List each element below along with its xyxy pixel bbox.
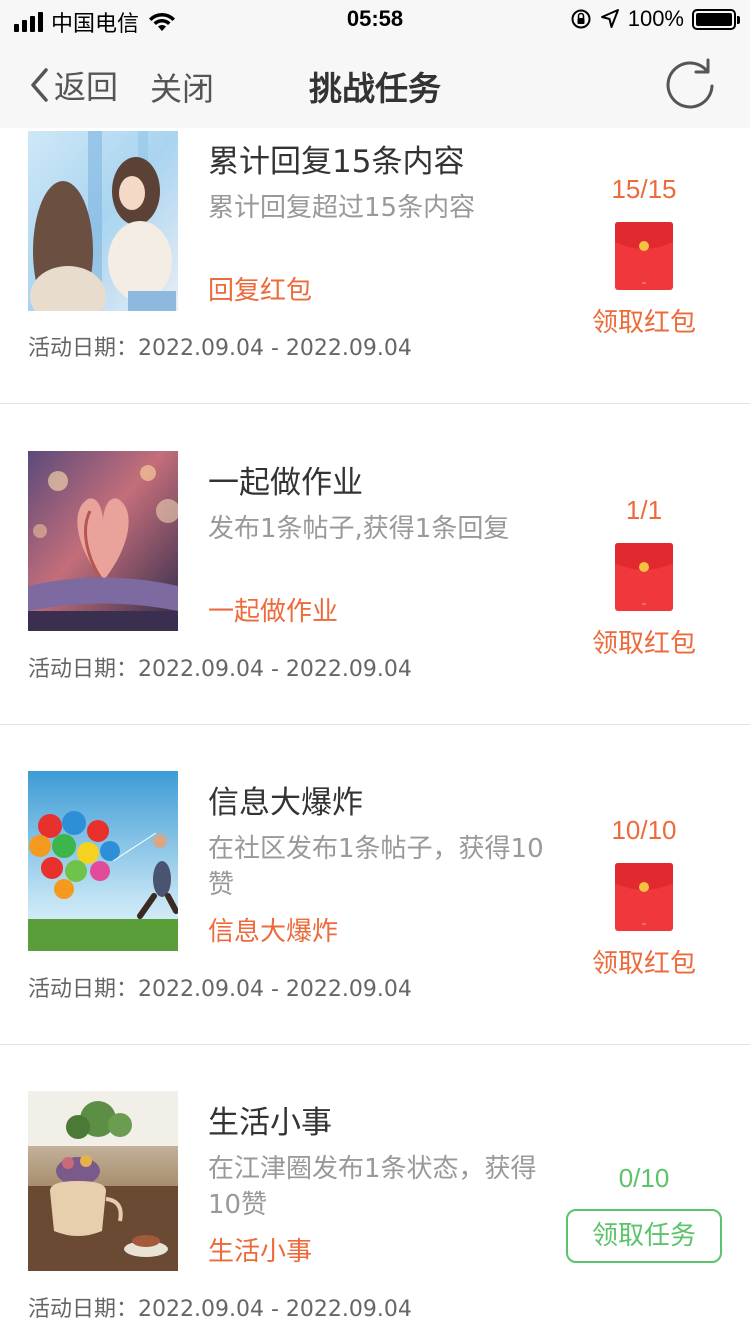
task-item[interactable]: 生活小事 在江津圈发布1条状态，获得10赞 生活小事 活动日期：2022.09.…	[0, 1045, 750, 1334]
task-tag: 回复红包	[208, 276, 313, 306]
task-thumbnail-balloons	[28, 771, 178, 951]
task-list[interactable]: 累计回复15条内容 累计回复超过15条内容 回复红包 活动日期：2022.09.…	[0, 128, 750, 1334]
task-item[interactable]: 信息大爆炸 在社区发布1条帖子，获得10赞 信息大爆炸 活动日期：2022.09…	[0, 725, 750, 1045]
battery-icon	[692, 8, 740, 30]
task-item[interactable]: 一起做作业 发布1条帖子,获得1条回复 一起做作业 活动日期：2022.09.0…	[0, 405, 750, 725]
task-progress: 0/10	[618, 1163, 670, 1193]
location-arrow-icon	[600, 9, 619, 28]
task-thumbnail-friends	[28, 131, 178, 311]
task-description: 在社区发布1条帖子，获得10赞	[208, 834, 544, 900]
task-description: 在江津圈发布1条状态，获得10赞	[208, 1154, 537, 1220]
navigation-bar: 返回 关闭 挑战任务	[0, 40, 750, 128]
task-date: 活动日期：2022.09.04 - 2022.09.04	[28, 336, 412, 361]
claim-red-envelope-link[interactable]: 领取红包	[560, 302, 728, 339]
task-title: 生活小事	[208, 1105, 332, 1141]
red-envelope-icon[interactable]	[615, 543, 673, 611]
claim-red-envelope-link[interactable]: 领取红包	[560, 623, 728, 660]
task-thumbnail-teapot	[28, 1091, 178, 1271]
task-date: 活动日期：2022.09.04 - 2022.09.04	[28, 1297, 412, 1322]
battery-percentage: 100%	[627, 6, 684, 31]
claim-red-envelope-link[interactable]: 领取红包	[560, 943, 728, 980]
red-envelope-icon[interactable]	[615, 222, 673, 290]
task-progress: 15/15	[611, 174, 677, 204]
task-item[interactable]: 累计回复15条内容 累计回复超过15条内容 回复红包 活动日期：2022.09.…	[0, 128, 750, 404]
task-title: 累计回复15条内容	[208, 144, 465, 180]
status-bar: 中国电信 05:58 100%	[0, 0, 750, 40]
task-date: 活动日期：2022.09.04 - 2022.09.04	[28, 977, 412, 1002]
refresh-icon[interactable]	[660, 54, 720, 114]
task-title: 信息大爆炸	[208, 785, 363, 821]
task-progress: 10/10	[611, 815, 677, 845]
task-thumbnail-heart-book	[28, 451, 178, 631]
status-right: 100%	[570, 6, 740, 32]
task-progress: 1/1	[625, 495, 663, 525]
task-date: 活动日期：2022.09.04 - 2022.09.04	[28, 657, 412, 682]
task-title: 一起做作业	[208, 465, 363, 501]
task-tag: 生活小事	[208, 1237, 313, 1267]
task-tag: 信息大爆炸	[208, 917, 339, 947]
orientation-lock-icon	[571, 9, 591, 29]
task-description: 发布1条帖子,获得1条回复	[208, 514, 510, 544]
red-envelope-icon[interactable]	[615, 863, 673, 931]
task-description: 累计回复超过15条内容	[208, 193, 476, 223]
claim-task-button[interactable]: 领取任务	[566, 1209, 722, 1263]
page-title: 挑战任务	[309, 69, 441, 108]
task-tag: 一起做作业	[208, 597, 339, 627]
